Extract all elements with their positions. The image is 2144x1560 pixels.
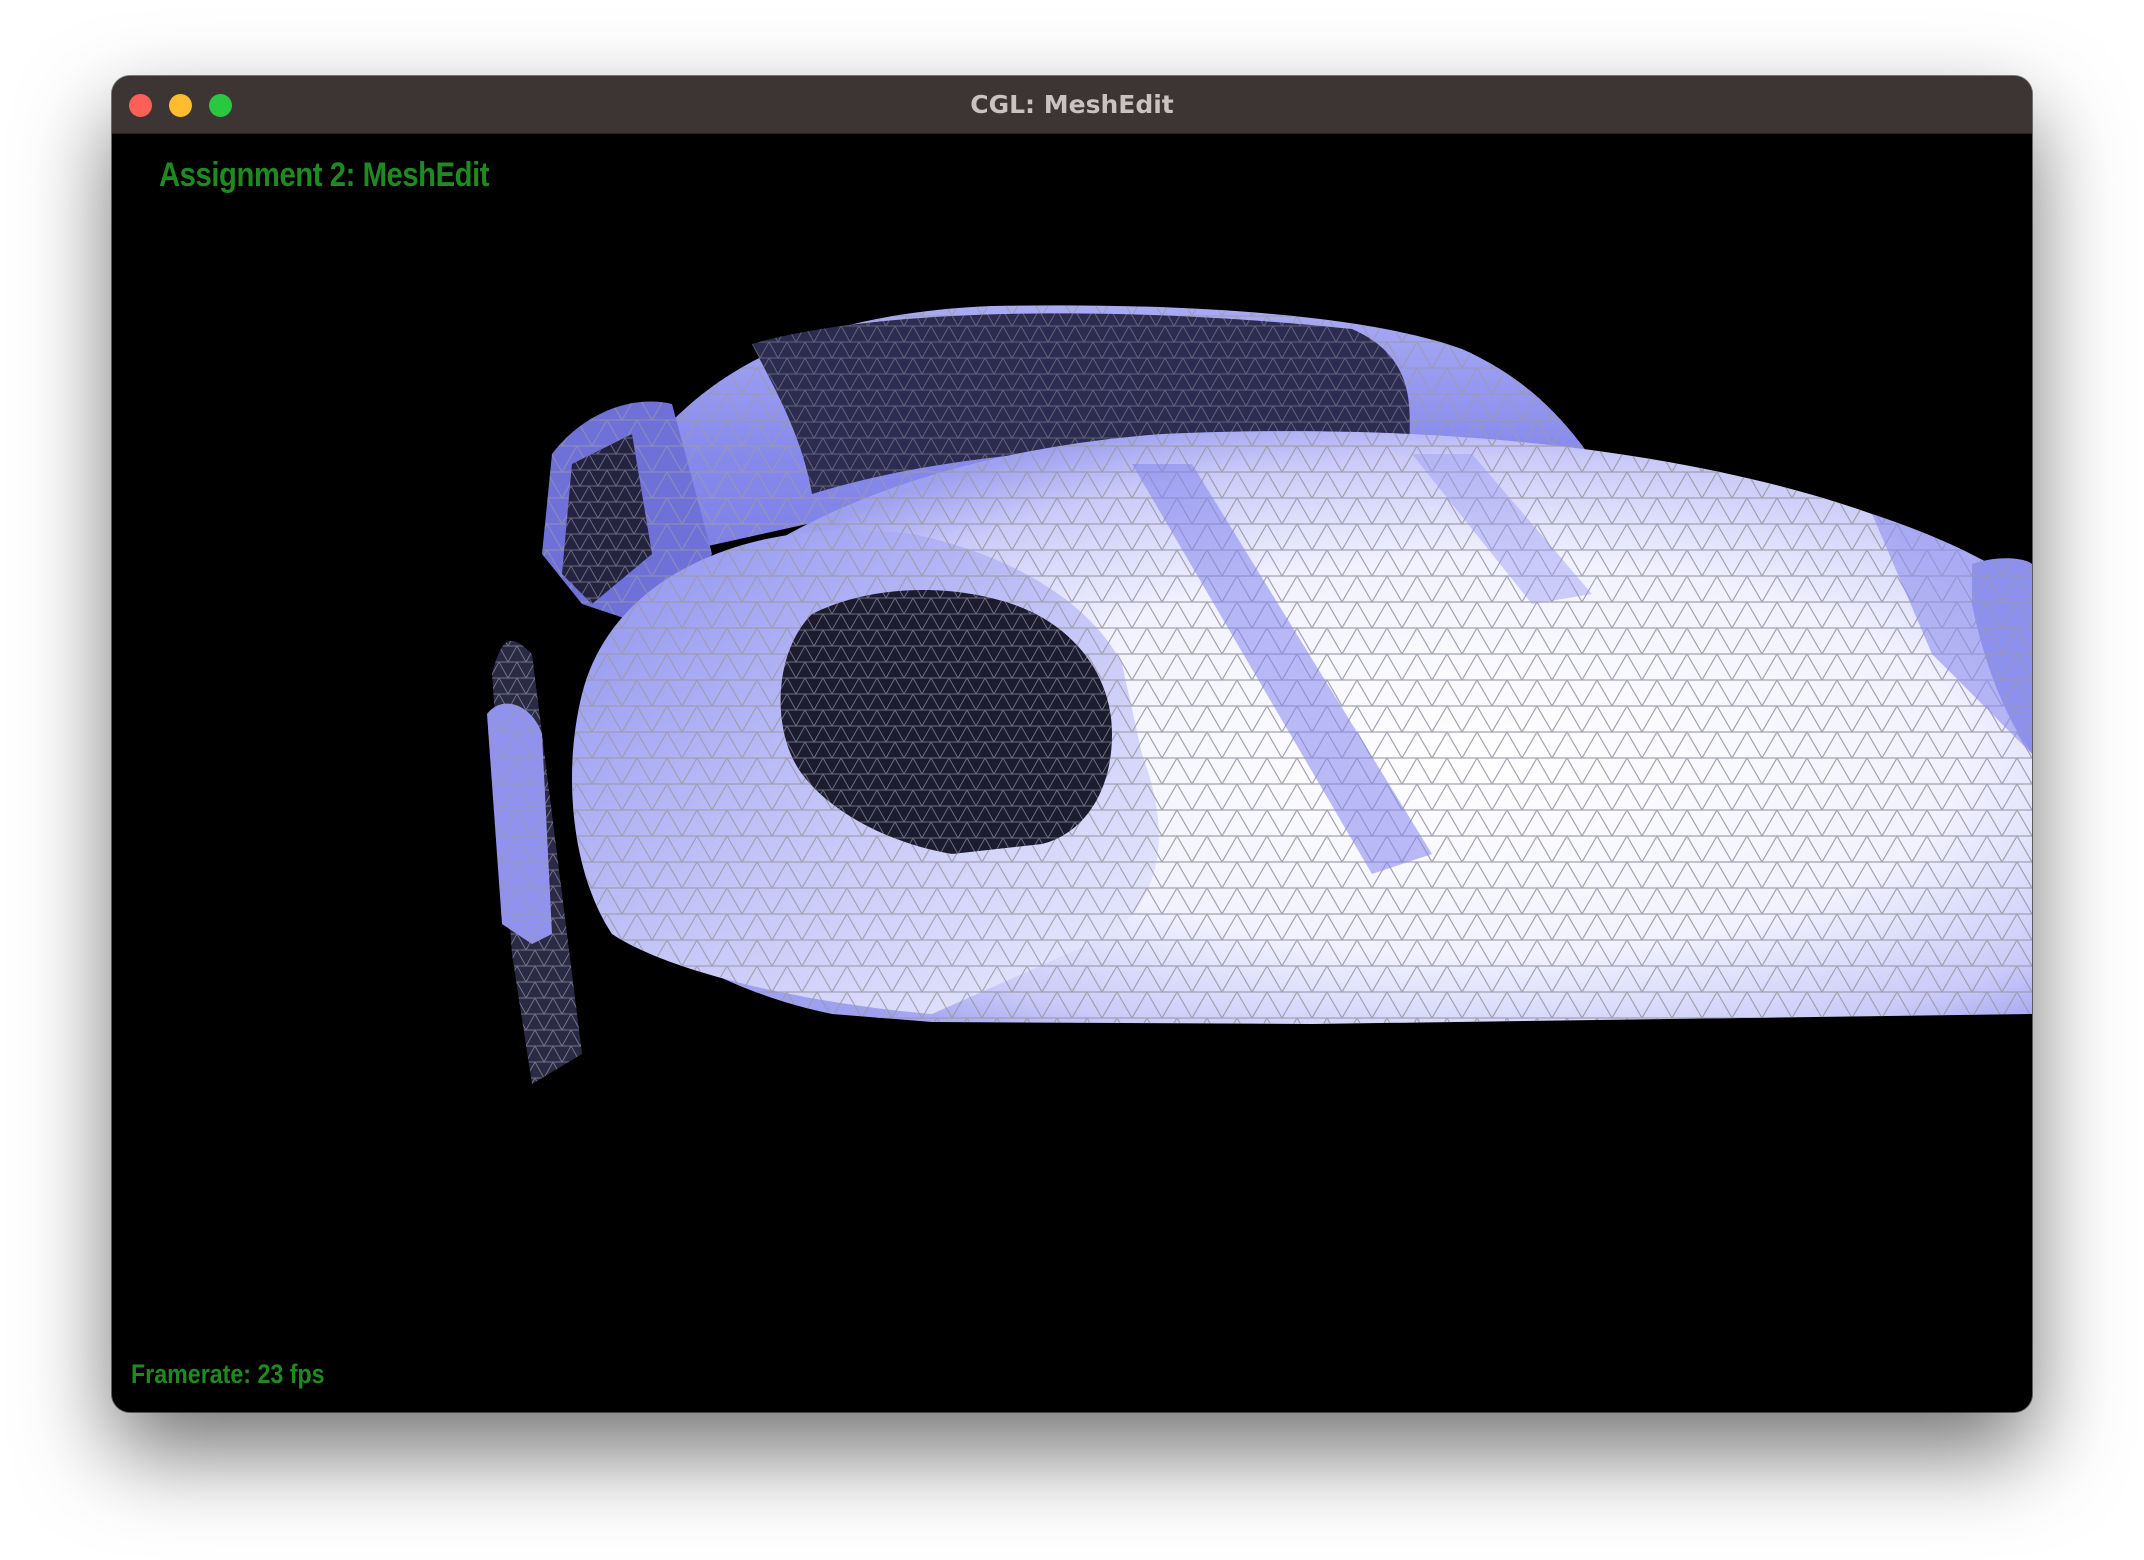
title-bar[interactable]: CGL: MeshEdit (112, 76, 2032, 134)
hud-title: Assignment 2: MeshEdit (159, 156, 490, 194)
framerate-readout: Framerate: 23 fps (131, 1359, 325, 1389)
app-window: CGL: MeshEdit Assignment 2: MeshEdit Fra… (112, 76, 2032, 1412)
rear-panel (487, 640, 582, 1084)
mesh-render[interactable] (112, 134, 2032, 1412)
render-viewport[interactable]: Assignment 2: MeshEdit Framerate: 23 fps (112, 134, 2032, 1412)
window-title: CGL: MeshEdit (970, 90, 1174, 119)
